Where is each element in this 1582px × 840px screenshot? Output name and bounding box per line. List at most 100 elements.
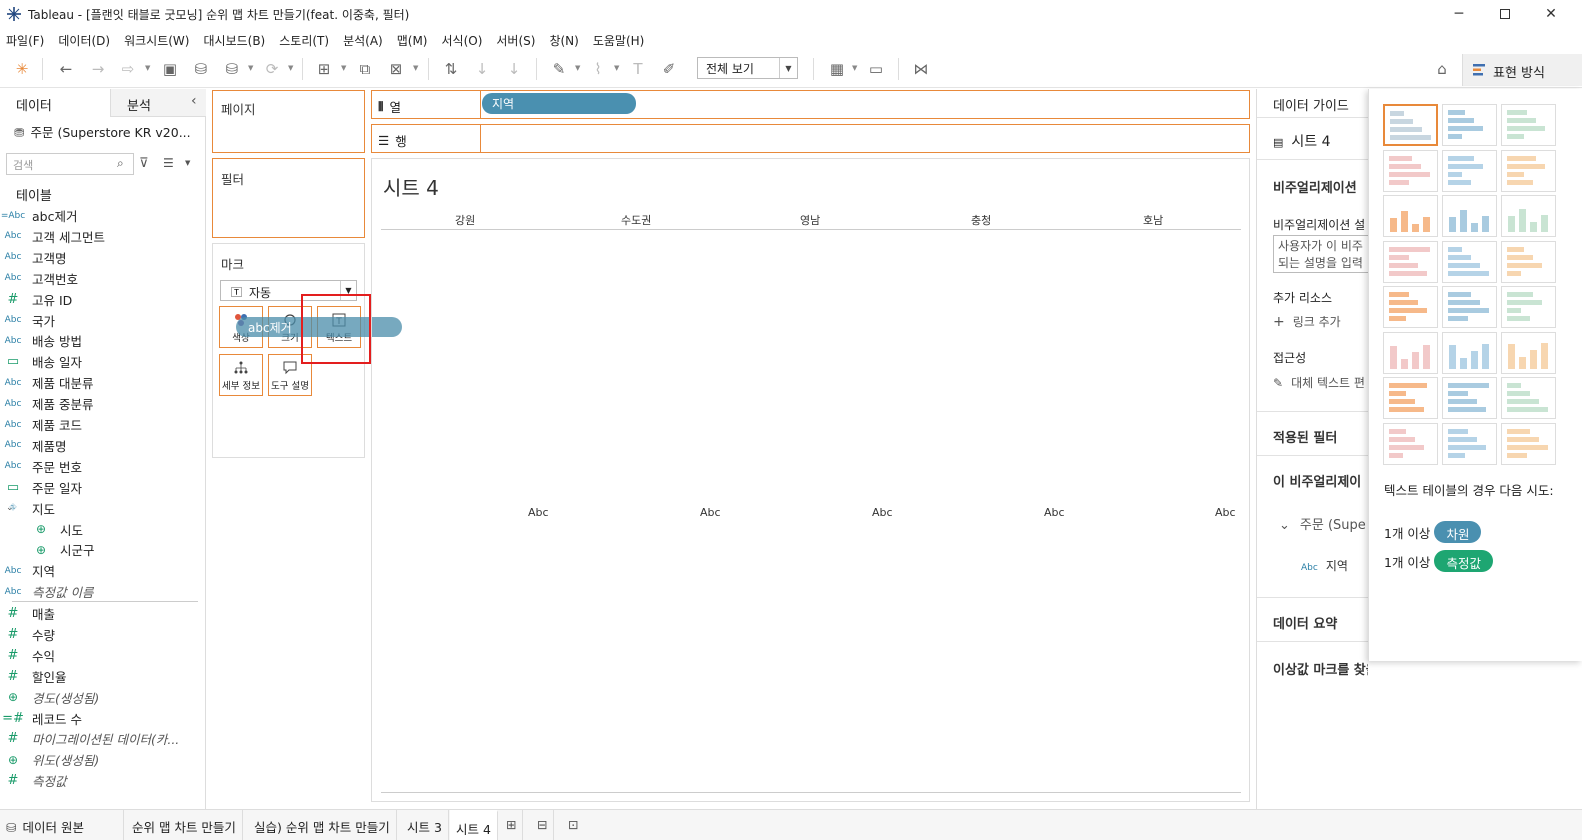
menu-format[interactable]: 서식(O)	[436, 28, 491, 50]
new-story-tab-icon[interactable]: ⊡	[562, 810, 584, 840]
field-item[interactable]: Abc 배송 방법	[0, 330, 205, 351]
clear-sheet-icon[interactable]: ⊠	[386, 59, 406, 79]
field-item[interactable]: Abc 제품 코드	[0, 414, 205, 435]
field-item[interactable]: Abc 주문 번호	[0, 456, 205, 477]
column-header[interactable]: 충청	[971, 212, 991, 228]
chevron-down-icon[interactable]: ▼	[575, 64, 580, 72]
sheet-tab-active[interactable]: 시트 4	[450, 810, 498, 840]
new-worksheet-tab-icon[interactable]: ⊞	[500, 810, 524, 840]
chart-type-thumb[interactable]	[1501, 195, 1556, 237]
menu-analysis[interactable]: 분석(A)	[337, 28, 391, 50]
new-dashboard-tab-icon[interactable]: ⊟	[531, 810, 555, 840]
collapse-pane-icon[interactable]: ‹	[191, 93, 197, 109]
chart-type-thumb[interactable]	[1501, 104, 1556, 146]
alt-text-button[interactable]: ✎ 대체 텍스트 편	[1273, 374, 1365, 391]
field-item[interactable]: # 수익	[0, 645, 205, 666]
sheet-tab[interactable]: 시트 3	[401, 810, 449, 840]
pages-shelf[interactable]: 페이지	[212, 90, 365, 153]
field-item[interactable]: Abc 제품명	[0, 435, 205, 456]
chevron-down-icon[interactable]: ▼	[145, 64, 150, 72]
chevron-down-icon[interactable]: ▼	[341, 64, 346, 72]
rows-shelf[interactable]: ☰ 행	[371, 124, 1250, 153]
detail-button[interactable]: 세부 정보	[219, 354, 263, 396]
data-guide-tab[interactable]: 데이터 가이드	[1273, 95, 1349, 114]
presentation-mode-icon[interactable]: ▭	[866, 59, 886, 79]
chevron-down-icon[interactable]: ▼	[614, 64, 619, 72]
new-datasource-icon[interactable]: ⛁	[191, 59, 211, 79]
field-item[interactable]: ⊕ 시군구	[0, 539, 205, 560]
chevron-down-icon[interactable]: ▼	[413, 64, 418, 72]
field-item[interactable]: ▭ 배송 일자	[0, 351, 205, 372]
menu-data[interactable]: 데이터(D)	[52, 28, 118, 50]
filter-icon[interactable]: ⊽	[139, 156, 149, 171]
chevron-down-icon[interactable]: ▼	[248, 64, 253, 72]
viz-description-input[interactable]: 사용자가 이 비주 되는 설명을 입력	[1273, 235, 1368, 273]
chart-type-thumb[interactable]	[1383, 377, 1438, 419]
text-mark[interactable]: Abc	[528, 506, 549, 519]
chevron-down-icon[interactable]: ▼	[185, 159, 190, 167]
save-icon[interactable]: ▣	[160, 59, 180, 79]
chart-type-thumb[interactable]	[1383, 286, 1438, 328]
sheet-tab[interactable]: 순위 맵 차트 만들기	[126, 810, 243, 840]
add-link-button[interactable]: + 링크 추가	[1273, 313, 1341, 330]
field-item[interactable]: # 수량	[0, 624, 205, 645]
group-members-icon[interactable]: ⌇	[588, 59, 608, 79]
chart-type-thumb[interactable]	[1442, 240, 1497, 283]
field-item[interactable]: ⊕ 위도(생성됨)	[0, 749, 205, 770]
fix-axes-icon[interactable]: ✐	[659, 59, 679, 79]
field-item[interactable]: ▭ 주문 일자	[0, 477, 205, 498]
chart-type-thumb[interactable]	[1501, 240, 1556, 283]
format-painter-icon[interactable]: ⌂	[1432, 59, 1452, 79]
text-mark[interactable]: Abc	[872, 506, 893, 519]
column-header[interactable]: 호남	[1143, 212, 1163, 228]
minimize-button[interactable]: ─	[1436, 0, 1482, 28]
field-item[interactable]: Abc 고객 세그먼트	[0, 226, 205, 247]
field-item[interactable]: ⊕ 경도(생성됨)	[0, 687, 205, 708]
chart-type-thumb[interactable]	[1383, 240, 1438, 283]
region-pill[interactable]: 지역	[482, 93, 636, 114]
filters-shelf[interactable]: 필터	[212, 158, 365, 238]
chart-type-thumb[interactable]	[1501, 377, 1556, 419]
field-item[interactable]: # 할인율	[0, 666, 205, 687]
chart-type-thumb[interactable]	[1383, 195, 1438, 237]
field-item[interactable]: Abc 측정값 이름	[0, 581, 205, 602]
field-item[interactable]: # 매출	[0, 603, 205, 624]
chart-type-thumb[interactable]	[1442, 149, 1497, 192]
refresh-icon[interactable]: ⟳	[262, 59, 282, 79]
list-view-icon[interactable]: ☰	[163, 156, 174, 170]
column-header[interactable]: 강원	[455, 212, 475, 228]
show-me-button[interactable]: 표현 방식	[1462, 54, 1582, 86]
chart-type-thumb[interactable]	[1501, 286, 1556, 328]
chart-type-thumb[interactable]	[1442, 104, 1497, 146]
menu-window[interactable]: 창(N)	[543, 28, 586, 50]
chart-type-thumb[interactable]	[1383, 149, 1438, 192]
chart-type-thumb[interactable]	[1501, 422, 1556, 465]
chevron-down-icon[interactable]: ▼	[852, 64, 857, 72]
worksheet-view[interactable]	[371, 158, 1250, 802]
redo-icon[interactable]: →	[88, 59, 108, 79]
field-item[interactable]: # 측정값	[0, 770, 205, 791]
tab-analysis[interactable]: 분석 ‹	[110, 89, 206, 117]
field-item[interactable]: # 고유 ID	[0, 289, 205, 310]
menu-map[interactable]: 맵(M)	[391, 28, 436, 50]
highlight-icon[interactable]: ✎	[549, 59, 569, 79]
text-mark[interactable]: Abc	[1215, 506, 1236, 519]
new-worksheet-icon[interactable]: ⊞	[314, 59, 334, 79]
chevron-down-icon[interactable]: ▼	[288, 64, 293, 72]
show-mark-labels-icon[interactable]: T	[628, 59, 648, 79]
chart-type-thumb[interactable]	[1442, 286, 1497, 328]
chart-type-thumb[interactable]	[1442, 331, 1497, 374]
share-icon[interactable]: ⋈	[911, 59, 931, 79]
menu-dashboard[interactable]: 대시보드(B)	[197, 28, 273, 50]
text-mark[interactable]: Abc	[1044, 506, 1065, 519]
field-item[interactable]: ⊕ 시도	[0, 519, 205, 540]
chart-type-thumb[interactable]	[1442, 377, 1497, 419]
field-item[interactable]: Abc 지역	[0, 560, 205, 581]
chart-type-thumb[interactable]	[1501, 331, 1556, 374]
show-cards-icon[interactable]: ▦	[827, 59, 847, 79]
swap-rows-columns-icon[interactable]: ⇅	[441, 59, 461, 79]
field-item[interactable]: Abc 고객명	[0, 247, 205, 268]
sheet-title[interactable]: 시트 4	[383, 172, 439, 201]
chart-type-thumb[interactable]	[1383, 104, 1438, 146]
fit-view-select[interactable]: 전체 보기 ▼	[697, 57, 798, 79]
